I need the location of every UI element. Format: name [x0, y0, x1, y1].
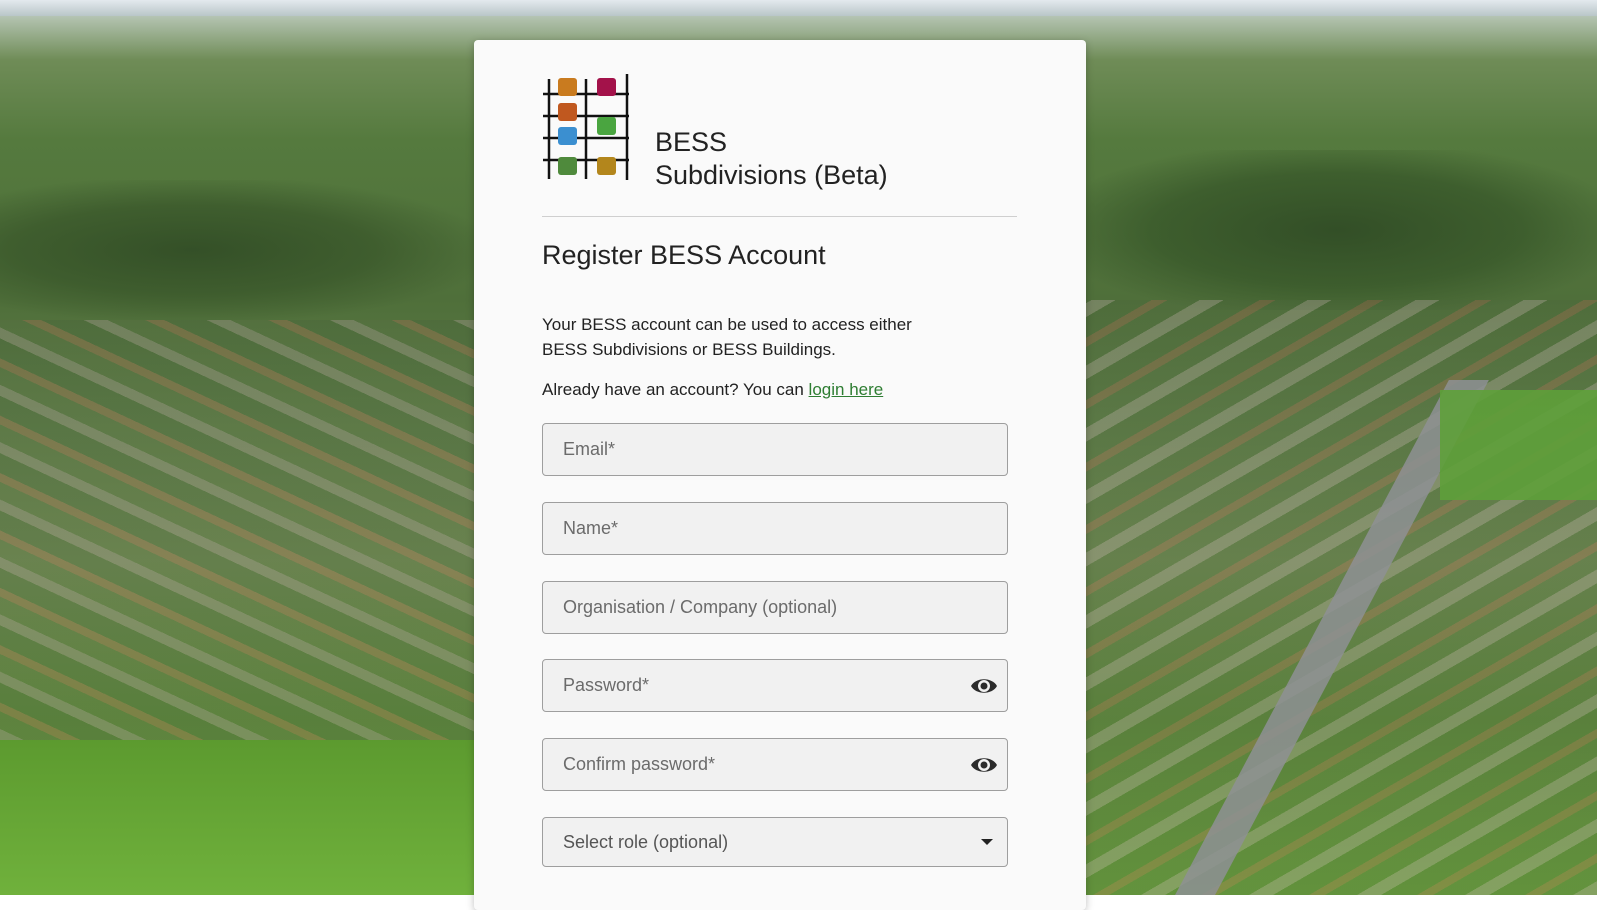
organisation-field: [542, 581, 1008, 634]
login-prompt-text: Already have an account? You can: [542, 380, 809, 399]
login-prompt: Already have an account? You can login h…: [542, 380, 883, 400]
password-field: [542, 659, 1008, 712]
brand-title-line1: BESS: [655, 127, 728, 157]
divider: [542, 216, 1017, 217]
confirm-password-input[interactable]: [543, 739, 1007, 790]
bess-logo: [543, 74, 629, 180]
intro-text: Your BESS account can be used to access …: [542, 315, 912, 359]
eye-icon[interactable]: [969, 751, 999, 779]
email-field: [542, 423, 1008, 476]
brand-title-line2: Subdivisions (Beta): [655, 160, 888, 190]
eye-icon[interactable]: [969, 672, 999, 700]
email-input[interactable]: [543, 424, 1007, 475]
brand-title: BESS Subdivisions (Beta): [655, 126, 888, 192]
name-field: [542, 502, 1008, 555]
login-link[interactable]: login here: [809, 380, 884, 399]
organisation-input[interactable]: [543, 582, 1007, 633]
role-select[interactable]: Select role (optional): [542, 817, 1008, 867]
name-input[interactable]: [543, 503, 1007, 554]
role-select-value: Select role (optional): [563, 832, 729, 852]
confirm-password-field: [542, 738, 1008, 791]
password-input[interactable]: [543, 660, 1007, 711]
caret-down-icon: [981, 839, 993, 845]
brand-header: BESS Subdivisions (Beta): [542, 74, 962, 190]
page-title: Register BESS Account: [542, 240, 826, 270]
register-card: BESS Subdivisions (Beta) Register BESS A…: [474, 40, 1086, 910]
